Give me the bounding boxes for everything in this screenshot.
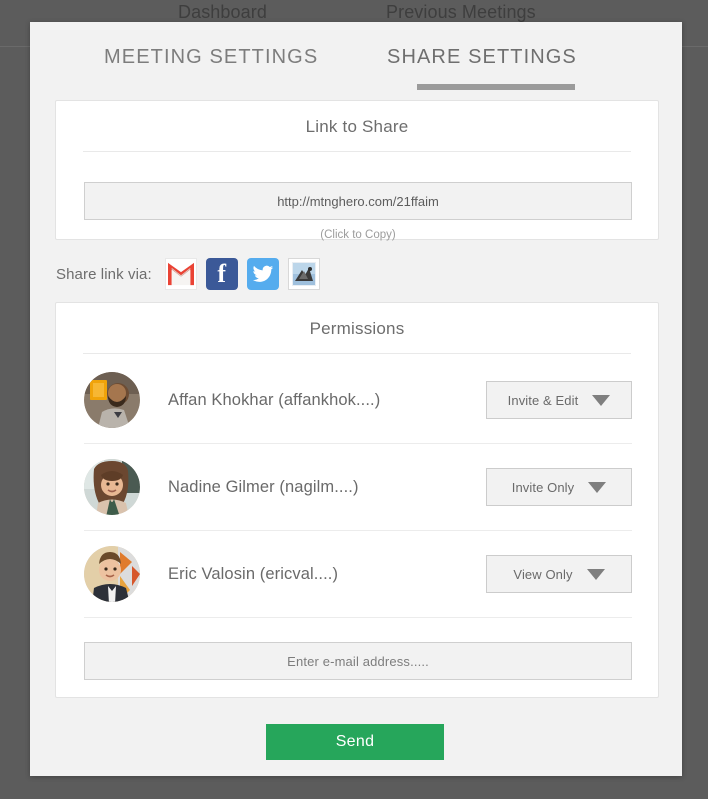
tab-meeting-settings[interactable]: MEETING SETTINGS [104, 46, 318, 69]
chevron-down-icon [592, 394, 611, 406]
permission-value: View Only [513, 566, 573, 582]
avatar [84, 372, 140, 428]
share-icon-group: f [164, 258, 320, 290]
email-address-input[interactable]: Enter e-mail address..... [84, 642, 632, 680]
participant-name: Eric Valosin (ericval....) [168, 564, 339, 583]
permissions-card: Permissions Affan Khokhar (affankhok....… [55, 302, 659, 698]
share-link-box[interactable]: http://mtnghero.com/21ffaim [84, 182, 632, 220]
table-row: Affan Khokhar (affankhok....) Invite & E… [84, 357, 632, 444]
link-to-share-card: Link to Share http://mtnghero.com/21ffai… [55, 100, 659, 241]
email-input-placeholder: Enter e-mail address..... [287, 653, 429, 669]
share-via-label: Share link via: [56, 265, 152, 283]
gmail-icon[interactable] [164, 258, 197, 290]
click-to-copy-hint: (Click to Copy) [320, 229, 396, 241]
permission-dropdown[interactable]: Invite Only [486, 468, 632, 506]
facebook-icon[interactable]: f [205, 258, 238, 290]
app-root: Dashboard Previous Meetings MEETING SETT… [0, 0, 708, 799]
table-row: Eric Valosin (ericval....) View Only [84, 531, 632, 618]
permission-value: Invite Only [511, 479, 575, 495]
avatar [84, 546, 140, 602]
avatar [84, 459, 140, 515]
participant-name: Nadine Gilmer (nagilm....) [168, 477, 359, 496]
share-via-row: Share link via: f [30, 248, 682, 300]
share-settings-modal: MEETING SETTINGS SHARE SETTINGS Link to … [30, 22, 682, 776]
link-card-divider [83, 151, 631, 152]
permissions-divider [83, 353, 631, 354]
send-button[interactable]: Send [266, 724, 444, 760]
link-card-title: Link to Share [305, 117, 409, 136]
permissions-title: Permissions [309, 319, 405, 338]
permission-dropdown[interactable]: Invite & Edit [486, 381, 632, 419]
permission-dropdown[interactable]: View Only [486, 555, 632, 593]
active-tab-indicator [417, 84, 575, 90]
modal-overlay: MEETING SETTINGS SHARE SETTINGS Link to … [0, 0, 708, 799]
twitter-icon[interactable] [246, 258, 279, 290]
share-link-text: http://mtnghero.com/21ffaim [277, 193, 439, 209]
permission-value: Invite & Edit [507, 392, 579, 408]
chevron-down-icon [588, 481, 607, 493]
chevron-down-icon [586, 568, 605, 580]
modal-tabs: MEETING SETTINGS SHARE SETTINGS [30, 22, 682, 94]
participant-name: Affan Khokhar (affankhok....) [168, 390, 381, 409]
table-row: Nadine Gilmer (nagilm....) Invite Only [84, 444, 632, 531]
tab-share-settings[interactable]: SHARE SETTINGS [387, 46, 577, 69]
apple-mail-icon[interactable] [287, 258, 320, 290]
permissions-list: Affan Khokhar (affankhok....) Invite & E… [56, 357, 660, 618]
